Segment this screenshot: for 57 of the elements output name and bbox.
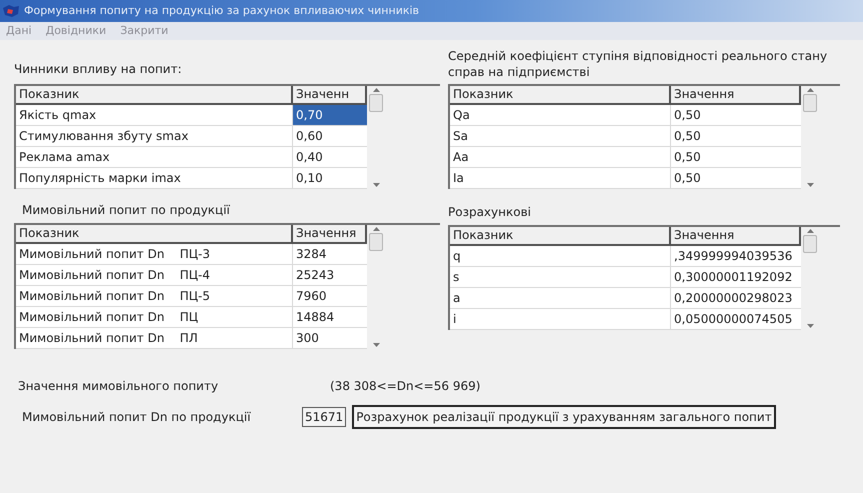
table-cell[interactable]: 0,05000000074505 — [671, 309, 801, 329]
table-cell[interactable]: 0,40 — [293, 147, 367, 167]
calculate-button[interactable]: Розрахунок реалізації продукції з урахуванням загального попит — [352, 405, 776, 429]
table-cell: a — [450, 288, 671, 308]
table-cell: Sa — [450, 126, 671, 146]
table-cell[interactable]: 0,50 — [671, 147, 801, 167]
table-cell[interactable]: 3284 — [293, 244, 367, 264]
table-cell: Мимовільний попит Dn ПЦ-3 — [16, 244, 293, 264]
table-cell[interactable]: 0,50 — [671, 126, 801, 146]
scroll-down-icon[interactable] — [806, 324, 814, 328]
table-cell[interactable]: 300 — [293, 328, 367, 348]
scroll-thumb[interactable] — [803, 235, 817, 253]
table-cell: Реклама amax — [16, 147, 293, 167]
table-cell: Qa — [450, 105, 671, 125]
section-label: Середній коефіцієнт ступіня відповідності реального стану справ на підприємстві — [448, 48, 828, 80]
table-cell: Популярність марки imax — [16, 168, 293, 188]
table-cell[interactable]: 0,50 — [671, 168, 801, 188]
table-cell: i — [450, 309, 671, 329]
table-cell: Мимовільний попит Dn ПЦ-5 — [16, 286, 293, 306]
table-cell[interactable]: 14884 — [293, 307, 367, 327]
table-cell: Якість qmax — [16, 105, 293, 125]
table-cell[interactable]: 0,10 — [293, 168, 367, 188]
table-cell[interactable]: 25243 — [293, 265, 367, 285]
section-label: Мимовільний попит по продукції — [21, 202, 231, 219]
table-cell[interactable]: 0,70 — [293, 105, 367, 125]
result-label: Мимовільний попит Dn по продукції — [22, 409, 252, 426]
scroll-down-icon[interactable] — [806, 183, 814, 187]
result-field[interactable]: 51671 — [302, 407, 346, 427]
window-title: Формування попиту на продукцію за рахунок впливаючих чинників — [24, 2, 420, 19]
table-cell: s — [450, 267, 671, 287]
table-cell[interactable]: 0,60 — [293, 126, 367, 146]
section-label: Чинники впливу на попит: — [14, 61, 183, 78]
table-cell[interactable]: 7960 — [293, 286, 367, 306]
scroll-up-icon[interactable] — [372, 227, 380, 231]
scroll-up-icon[interactable] — [806, 229, 814, 233]
scroll-down-icon[interactable] — [372, 183, 380, 187]
range-text: (38 308<=Dn<=56 969) — [330, 378, 480, 395]
table-cell[interactable]: 0,20000000298023 — [671, 288, 801, 308]
range-label: Значення мимовільного попиту — [18, 378, 220, 395]
table-cell: Стимулювання збуту smax — [16, 126, 293, 146]
app-icon — [2, 4, 20, 18]
table-cell[interactable]: ,349999994039536 — [671, 246, 801, 266]
scroll-down-icon[interactable] — [372, 343, 380, 347]
table-cell[interactable]: 0,50 — [671, 105, 801, 125]
scroll-thumb[interactable] — [369, 233, 383, 251]
scroll-up-icon[interactable] — [806, 88, 814, 92]
scroll-thumb[interactable] — [369, 94, 383, 112]
section-label: Розрахункові — [448, 204, 532, 221]
scroll-thumb[interactable] — [803, 94, 817, 112]
table-cell: Мимовільний попит Dn ПЛ — [16, 328, 293, 348]
scroll-up-icon[interactable] — [372, 88, 380, 92]
table-cell: q — [450, 246, 671, 266]
table-cell[interactable]: 0,30000001192092 — [671, 267, 801, 287]
table-cell: Aa — [450, 147, 671, 167]
table-cell: Мимовільний попит Dn ПЦ-4 — [16, 265, 293, 285]
table-cell: Мимовільний попит Dn ПЦ — [16, 307, 293, 327]
table-cell: Ia — [450, 168, 671, 188]
